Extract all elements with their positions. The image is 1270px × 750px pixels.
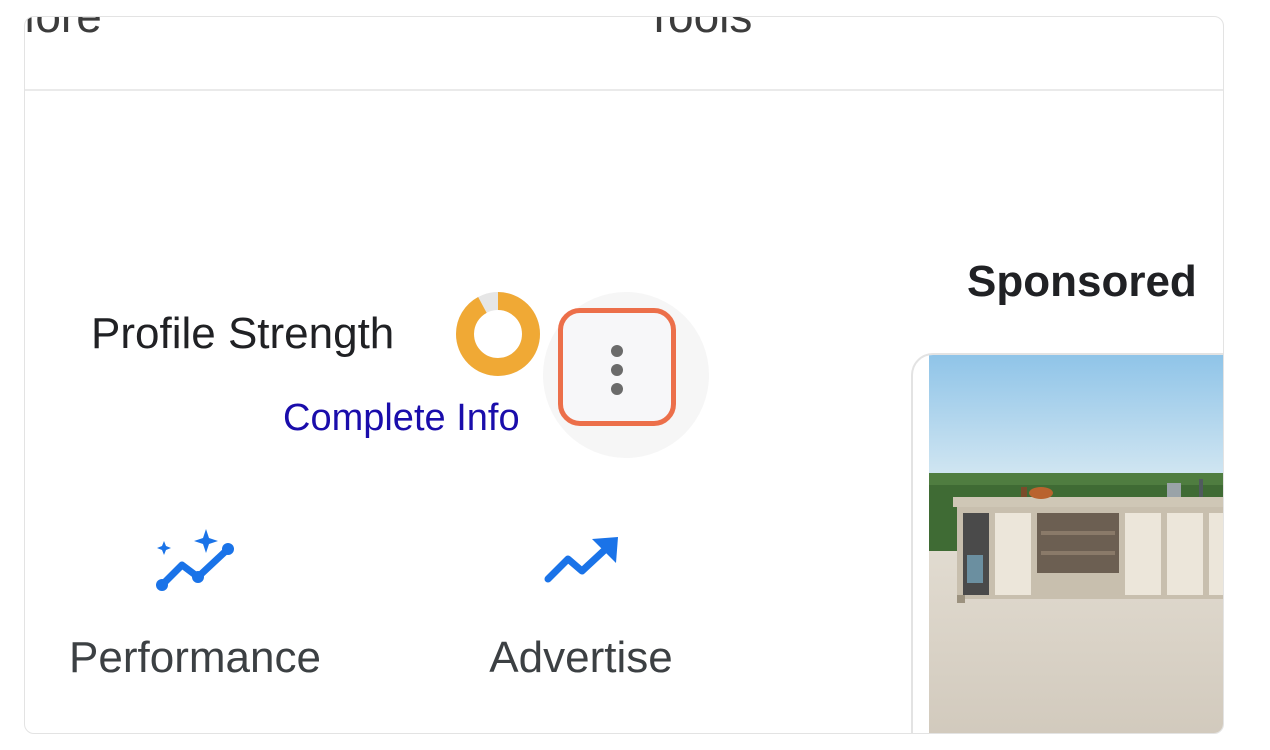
business-profile-card: More Tools Profile Strength Complete Inf… bbox=[24, 16, 1224, 734]
trending-up-icon bbox=[544, 537, 618, 583]
tab-tools[interactable]: Tools bbox=[645, 17, 752, 43]
advertise-label: Advertise bbox=[489, 633, 673, 682]
complete-info-link[interactable]: Complete Info bbox=[283, 397, 520, 440]
sponsored-product-image[interactable] bbox=[929, 355, 1224, 734]
advertise-button[interactable]: Advertise bbox=[431, 527, 731, 697]
performance-sparkle-icon bbox=[156, 529, 234, 591]
performance-button[interactable]: Performance bbox=[45, 527, 345, 697]
more-options-button[interactable] bbox=[558, 308, 676, 426]
profile-strength-label: Profile Strength bbox=[91, 309, 395, 358]
profile-strength-donut bbox=[456, 292, 540, 376]
tab-more[interactable]: More bbox=[25, 17, 102, 43]
sponsored-title: Sponsored bbox=[967, 257, 1197, 306]
donut-progress-arc bbox=[456, 292, 540, 376]
sponsored-ad-card[interactable] bbox=[911, 353, 1224, 734]
tabs-row: More Tools bbox=[25, 17, 1223, 91]
performance-label: Performance bbox=[69, 633, 321, 682]
